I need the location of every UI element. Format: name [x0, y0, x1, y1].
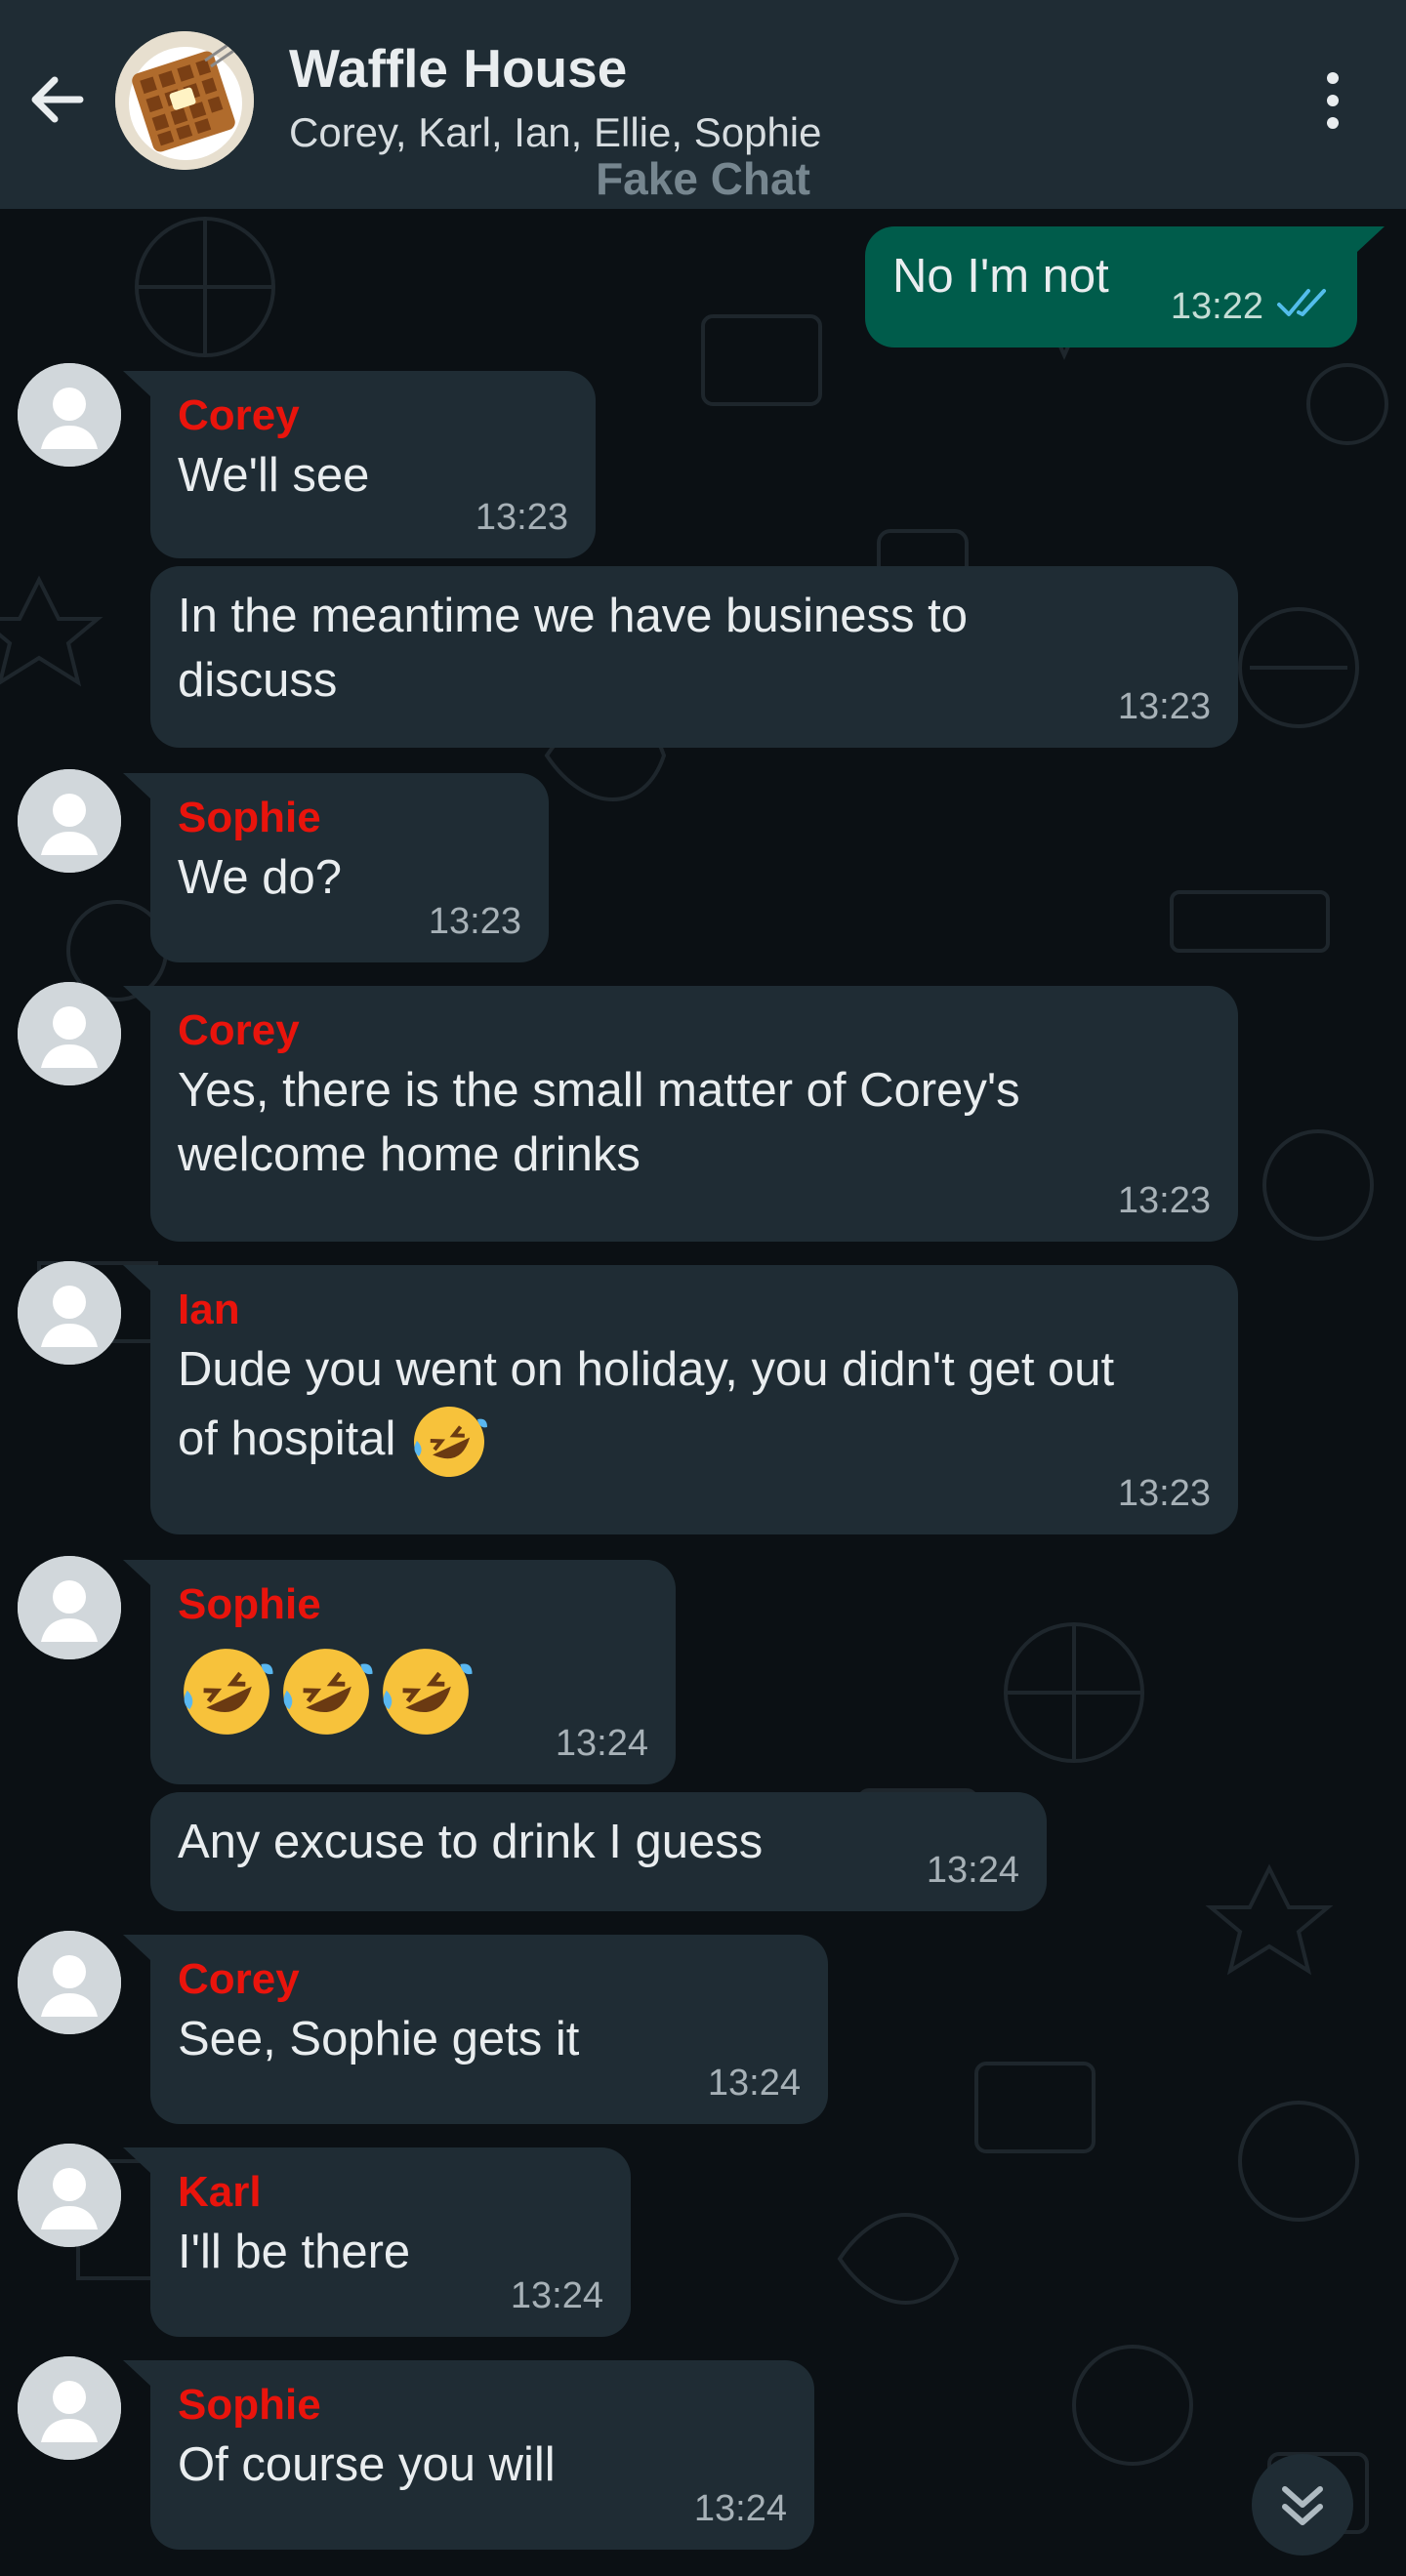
- message-bubble-incoming[interactable]: Corey See, Sophie gets it 13:24: [123, 1935, 828, 2124]
- message-text: In the meantime we have business to disc…: [178, 590, 968, 707]
- message-time: 13:23: [475, 497, 568, 538]
- message-bubble-incoming[interactable]: Any excuse to drink I guess 13:24: [150, 1792, 1047, 1911]
- waffle-image: [115, 31, 254, 170]
- rolling-on-floor-laughing-emoji: [184, 1649, 273, 1735]
- avatar[interactable]: [18, 1261, 121, 1365]
- message-time: 13:23: [1117, 1180, 1211, 1221]
- avatar[interactable]: [18, 769, 121, 873]
- sender-name[interactable]: Sophie: [178, 1577, 648, 1632]
- sender-name[interactable]: Sophie: [178, 791, 521, 845]
- sender-name[interactable]: Karl: [178, 2165, 603, 2220]
- avatar[interactable]: [18, 1556, 121, 1659]
- avatar[interactable]: [18, 2356, 121, 2460]
- message-time: 13:23: [1117, 686, 1211, 727]
- message-bubble-incoming[interactable]: Sophie Of course you will 13:24: [123, 2360, 814, 2550]
- message-text: Yes, there is the small matter of Corey'…: [178, 1064, 1020, 1181]
- chat-title[interactable]: Waffle House: [289, 37, 627, 100]
- message-bubble-incoming[interactable]: Sophie 13:24: [123, 1560, 676, 1784]
- message-bubble-incoming[interactable]: Corey We'll see 13:23: [123, 371, 596, 558]
- message-text: Dude you went on holiday, you didn't get…: [178, 1337, 1164, 1482]
- message-bubble-incoming[interactable]: In the meantime we have business to disc…: [150, 566, 1238, 748]
- message-bubble-incoming[interactable]: Ian Dude you went on holiday, you didn't…: [123, 1265, 1238, 1534]
- message-text: No I'm not: [892, 250, 1109, 303]
- message-time: 13:23: [1117, 1473, 1211, 1514]
- message-time: 13:24: [707, 2063, 801, 2104]
- chat-header: Waffle House Corey, Karl, Ian, Ellie, So…: [0, 0, 1406, 209]
- avatar[interactable]: [18, 1931, 121, 2034]
- double-chevron-down-icon: [1282, 2486, 1323, 2525]
- sender-name[interactable]: Ian: [178, 1283, 1211, 1337]
- sender-name[interactable]: Sophie: [178, 2378, 787, 2433]
- message-bubble-incoming[interactable]: Corey Yes, there is the small matter of …: [123, 986, 1238, 1242]
- message-text: Any excuse to drink I guess: [178, 1816, 764, 1868]
- arrow-left-icon[interactable]: [25, 68, 88, 131]
- avatar[interactable]: [18, 2144, 121, 2247]
- sender-name[interactable]: Corey: [178, 1952, 801, 2007]
- message-time: 13:24: [693, 2488, 787, 2529]
- message-bubble-incoming[interactable]: Sophie We do? 13:23: [123, 773, 549, 962]
- avatar[interactable]: [18, 982, 121, 1085]
- message-bubble-incoming[interactable]: Karl I'll be there 13:24: [123, 2147, 631, 2337]
- group-members[interactable]: Corey, Karl, Ian, Ellie, Sophie: [289, 109, 822, 156]
- message-time: 13:24: [510, 2275, 603, 2316]
- message-time: 13:22: [1170, 286, 1263, 327]
- message-time: 13:24: [926, 1850, 1019, 1891]
- double-check-icon: [1277, 289, 1326, 316]
- watermark: Fake Chat: [596, 153, 810, 204]
- more-vertical-icon[interactable]: [1308, 68, 1357, 133]
- sender-name[interactable]: Corey: [178, 1003, 1211, 1058]
- message-time: 13:23: [428, 901, 521, 942]
- message-time: 13:24: [555, 1723, 648, 1764]
- group-avatar[interactable]: [115, 31, 254, 170]
- rolling-on-floor-laughing-emoji: [283, 1649, 373, 1735]
- message-bubble-outgoing[interactable]: No I'm not 13:22: [865, 226, 1385, 348]
- rolling-on-floor-laughing-emoji: [414, 1407, 487, 1477]
- scroll-to-bottom-button[interactable]: [1252, 2454, 1353, 2556]
- rolling-on-floor-laughing-emoji: [383, 1649, 473, 1735]
- sender-name[interactable]: Corey: [178, 388, 568, 443]
- avatar[interactable]: [18, 363, 121, 467]
